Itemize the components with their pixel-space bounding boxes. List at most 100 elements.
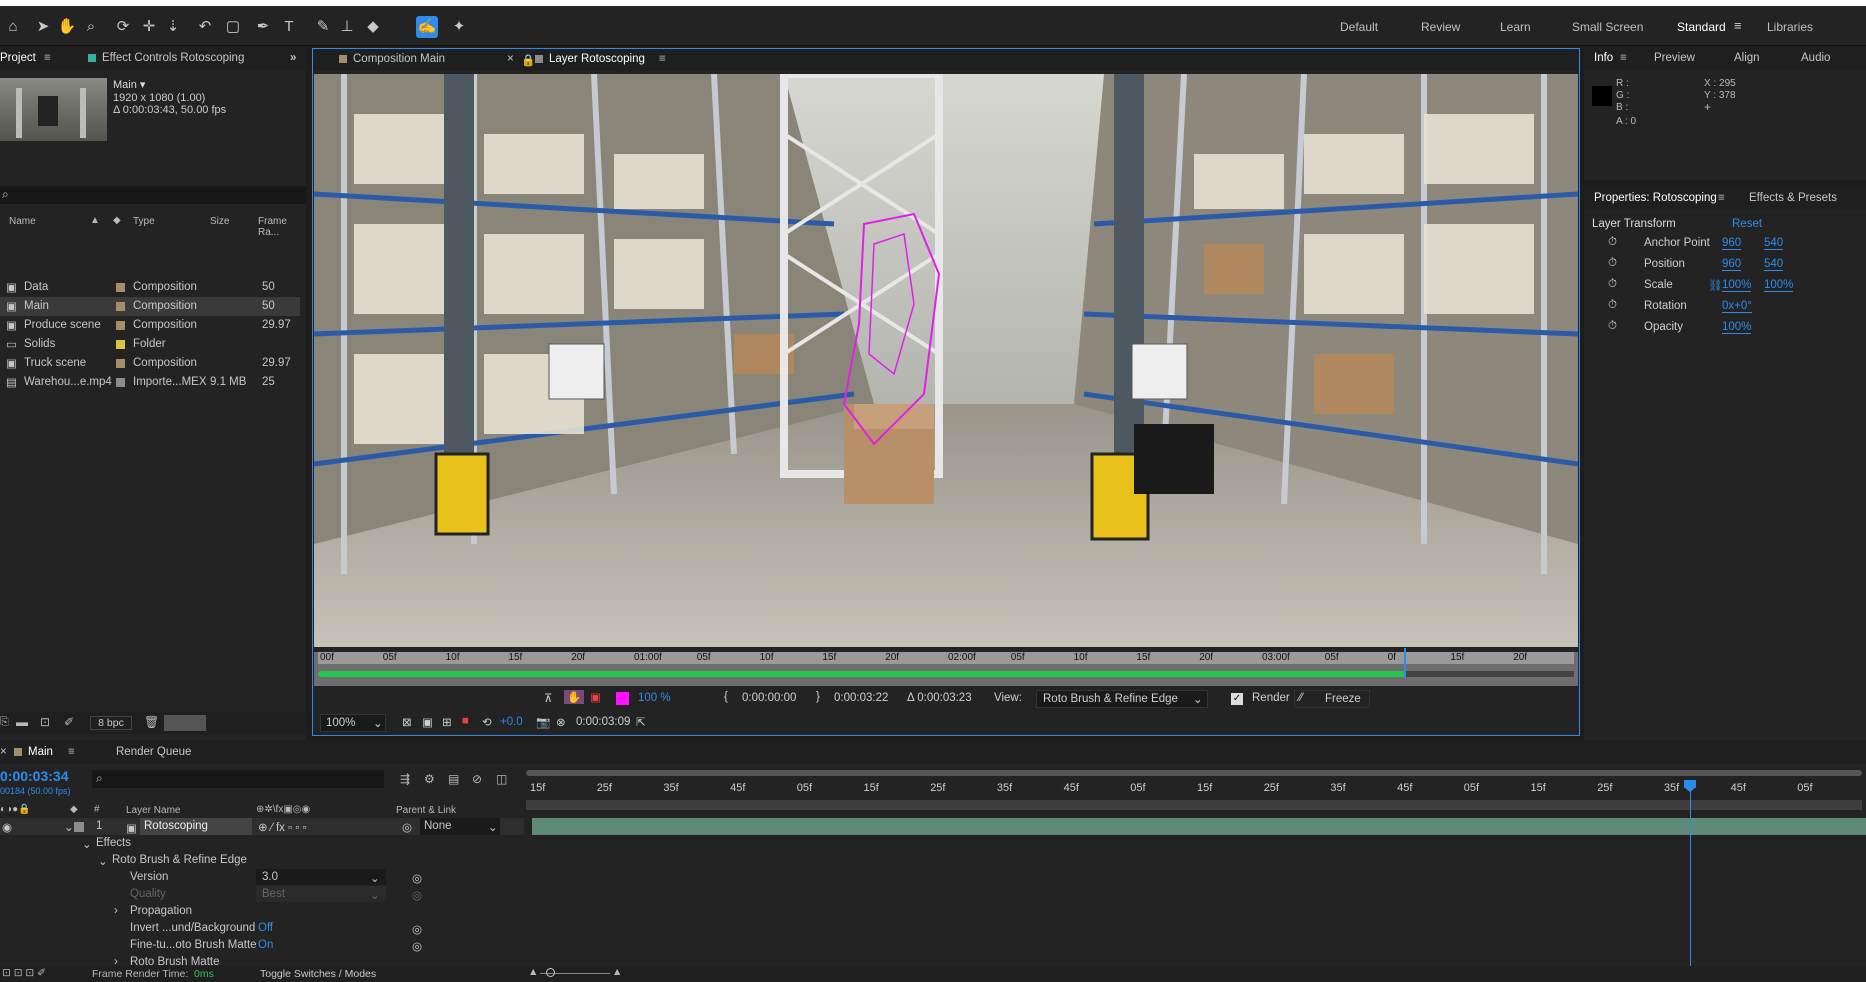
roto-time-ruler[interactable]: 00f 05f 10f 15f 20f 01:00f 05f 10f 15f 20f 02:00f 0… <box>314 648 1578 686</box>
parent-pickwhip-icon[interactable]: ◎ <box>402 820 412 834</box>
shy-layers-icon[interactable]: ▤ <box>448 772 459 786</box>
property-value-1[interactable]: 960 <box>1722 258 1742 271</box>
rectangle-icon[interactable]: ▢ <box>222 16 244 38</box>
roto-color-icon[interactable]: ▣ <box>590 690 601 704</box>
tab-composition-main[interactable]: Composition Main <box>339 53 445 65</box>
fit-icon[interactable]: ⊠ <box>402 715 412 729</box>
roto-brush-icon[interactable]: ✍ <box>416 16 438 38</box>
expression-pickwhip-icon[interactable]: ◎ <box>412 939 422 953</box>
out-point-icon[interactable]: } <box>816 691 820 703</box>
roto-effect-row[interactable]: ⌄ Roto Brush & Refine Edge <box>0 852 524 869</box>
bpc-button[interactable]: 8 bpc <box>90 716 132 730</box>
property-value-2[interactable]: 540 <box>1764 237 1784 250</box>
home-icon[interactable]: ⌂ <box>2 16 24 38</box>
property-value-2[interactable]: 540 <box>1764 258 1784 271</box>
tab-properties[interactable]: Properties: Rotoscoping <box>1594 192 1717 204</box>
tab-main[interactable]: Main <box>14 746 53 758</box>
layer-label-swatch[interactable] <box>74 822 84 832</box>
label-tag-icon[interactable]: ◆ <box>113 215 121 226</box>
graph-editor-icon[interactable]: ◫ <box>496 772 507 786</box>
exposure-value[interactable]: +0.0 <box>500 716 523 728</box>
roto-pin-icon[interactable]: ⊼ <box>544 691 552 705</box>
new-folder-icon[interactable]: ▬ <box>16 715 28 729</box>
property-value-2[interactable]: 100% <box>1764 279 1794 292</box>
zoom-select[interactable]: 100% ⌄ <box>320 714 386 732</box>
parent-link-header[interactable]: Parent & Link <box>396 805 456 816</box>
tab-info[interactable]: Info <box>1594 52 1613 64</box>
tab-audio[interactable]: Audio <box>1801 52 1830 64</box>
visibility-icon[interactable]: ◉ <box>2 820 12 834</box>
expand-chevron-icon[interactable]: › <box>114 905 118 917</box>
comp-name[interactable]: Main ▾ <box>113 78 145 91</box>
sort-icon[interactable]: ▲ <box>90 215 100 226</box>
stopwatch-icon[interactable]: ⏱ <box>1608 299 1617 312</box>
freeze-button[interactable]: ⁄⁄ Freeze <box>1294 690 1370 708</box>
rotate-icon[interactable]: ⟳ <box>112 16 134 38</box>
col-size[interactable]: Size <box>210 216 229 227</box>
layer-bar[interactable] <box>532 818 1866 835</box>
frame-blending-icon[interactable]: ⊘ <box>472 772 482 786</box>
property-value-1[interactable]: 960 <box>1722 237 1742 250</box>
close-icon[interactable]: × <box>0 746 7 758</box>
property-value-1[interactable]: 0x+0° <box>1722 300 1752 313</box>
project-item[interactable]: ▣ Produce scene Composition 29.97 <box>0 316 300 335</box>
info-menu-icon[interactable]: ≡ <box>1620 52 1627 64</box>
current-time-indicator[interactable] <box>1404 648 1406 678</box>
col-name[interactable]: Name <box>9 216 36 227</box>
pen-icon[interactable]: ✒ <box>252 16 274 38</box>
expression-pickwhip-icon[interactable]: ◎ <box>412 871 422 885</box>
camera-orbit-icon[interactable]: ✛ <box>138 16 160 38</box>
panel-menu-icon[interactable]: ≡ <box>44 52 51 64</box>
workspace-menu-icon[interactable]: ≡ <box>1734 18 1742 33</box>
tab-render-queue[interactable]: Render Queue <box>116 746 191 758</box>
workspace-default[interactable]: Default <box>1340 20 1378 34</box>
invert-value[interactable]: Off <box>258 922 273 934</box>
trash-icon[interactable]: 🗑 <box>144 715 159 729</box>
grid-icon[interactable]: ⊞ <box>442 715 452 729</box>
expand-panels-icon[interactable]: » <box>290 52 296 64</box>
eraser-icon[interactable]: ◆ <box>362 16 384 38</box>
pan-behind-icon[interactable]: ⇣ <box>162 16 184 38</box>
overlay-opacity[interactable]: 100 % <box>638 692 671 704</box>
in-time[interactable]: 0:00:00:00 <box>742 692 796 704</box>
col-type[interactable]: Type <box>133 216 155 227</box>
project-item[interactable]: ▭ Solids Folder <box>0 335 300 354</box>
project-search[interactable]: ⌕ <box>0 186 306 204</box>
finetune-value[interactable]: On <box>258 939 273 951</box>
toggle-switches-modes[interactable]: Toggle Switches / Modes <box>260 968 376 980</box>
effects-group-row[interactable]: ⌄ Effects <box>0 835 524 852</box>
close-icon[interactable]: × <box>507 53 514 65</box>
workspace-standard[interactable]: Standard <box>1677 20 1726 34</box>
property-value-1[interactable]: 100% <box>1722 321 1752 334</box>
properties-menu-icon[interactable]: ≡ <box>1718 192 1725 204</box>
project-item[interactable]: ▤ Warehou...e.mp4 Importe...MEX 9.1 MB 25 <box>0 373 300 392</box>
puppet-pin-icon[interactable]: ✦ <box>448 16 470 38</box>
zoom-in-icon[interactable]: ▲ <box>612 966 622 978</box>
tab-align[interactable]: Align <box>1734 52 1760 64</box>
stopwatch-icon[interactable]: ⏱ <box>1608 257 1617 270</box>
stopwatch-icon[interactable]: ⏱ <box>1608 236 1617 249</box>
workspace-small-screen[interactable]: Small Screen <box>1572 20 1643 34</box>
clone-stamp-icon[interactable]: ⊥ <box>336 16 358 38</box>
project-item[interactable]: ▣ Main Composition 50 <box>0 297 300 316</box>
view-select[interactable]: Roto Brush & Refine Edge ⌄ <box>1036 690 1208 708</box>
viewer-menu-icon[interactable]: ≡ <box>659 53 666 65</box>
brush-icon[interactable]: ✎ <box>312 16 334 38</box>
comp-mini-flowchart-icon[interactable]: ⇶ <box>400 772 410 786</box>
layer-viewer-canvas[interactable] <box>314 74 1578 647</box>
propagation-row[interactable]: › Propagation <box>0 903 524 920</box>
render-checkbox[interactable]: ✓ <box>1231 693 1243 705</box>
layer-name-header[interactable]: Layer Name <box>126 805 180 816</box>
reset-exposure-icon[interactable]: ⟲ <box>482 715 492 729</box>
hand-icon[interactable]: ✋ <box>56 16 78 38</box>
col-frame-rate[interactable]: Frame Ra... <box>258 216 306 238</box>
project-item[interactable]: ▣ Truck scene Composition 29.97 <box>0 354 300 373</box>
tab-preview[interactable]: Preview <box>1654 52 1695 64</box>
type-icon[interactable]: T <box>278 16 300 38</box>
work-area-bar[interactable] <box>526 770 1862 776</box>
tab-effects-presets[interactable]: Effects & Presets <box>1749 192 1837 204</box>
zoom-slider-handle[interactable] <box>546 968 555 977</box>
tab-layer-rotoscoping[interactable]: Layer Rotoscoping <box>535 53 645 65</box>
expand-chevron-icon[interactable]: › <box>114 956 118 966</box>
roto-matte-row[interactable]: › Roto Brush Matte <box>0 954 524 966</box>
